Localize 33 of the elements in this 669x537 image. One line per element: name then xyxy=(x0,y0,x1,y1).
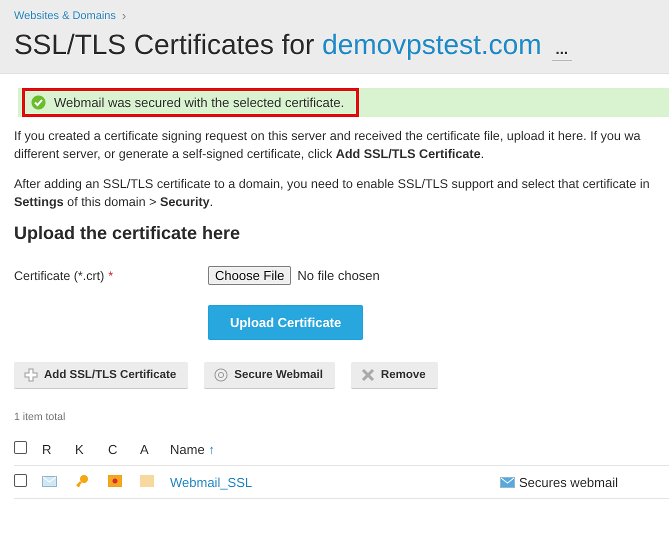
description-text: If you created a certificate signing request on this server and received the certificate file, upload it here. If you wa different server, or generate a self-signed certificate, click Add SSL/TLS Certificate. xyxy=(14,128,642,163)
description-text: After adding an SSL/TLS certificate to a domain, you need to enable SSL/TLS support and select that certificate in Settings of this domain > Security. xyxy=(14,176,651,211)
row-checkbox[interactable] xyxy=(14,474,27,487)
column-header[interactable]: R xyxy=(42,442,75,456)
folder-icon xyxy=(140,474,154,486)
required-marker: * xyxy=(108,268,114,282)
file-status: No file chosen xyxy=(297,268,380,283)
envelope-icon xyxy=(42,476,57,486)
message-text: Webmail was secured with the selected certificate. xyxy=(54,95,344,110)
column-header[interactable]: A xyxy=(140,442,170,456)
section-heading: Upload the certificate here xyxy=(14,223,242,244)
breadcrumb-separator: › xyxy=(122,8,126,23)
select-all-checkbox[interactable] xyxy=(14,441,27,454)
more-button[interactable]: ... xyxy=(552,41,572,61)
cross-icon xyxy=(360,368,375,382)
column-header[interactable]: C xyxy=(108,442,140,456)
choose-file-button[interactable]: Choose File xyxy=(208,266,292,285)
column-header[interactable]: K xyxy=(75,442,108,456)
item-count: 1 item total xyxy=(14,411,66,423)
toolbar-button[interactable]: Secure Webmail xyxy=(204,362,335,389)
key-icon xyxy=(75,474,89,488)
certificate-name-link[interactable]: Webmail_SSL xyxy=(170,474,500,490)
certificate-icon xyxy=(108,474,122,486)
toolbar-button[interactable]: Add SSL/TLS Certificate xyxy=(14,362,188,389)
plus-icon xyxy=(24,368,38,382)
envelope-icon xyxy=(500,476,515,488)
page-title: SSL/TLS Certificates for demovpstest.com xyxy=(14,29,542,61)
globe-icon xyxy=(214,368,228,382)
check-icon xyxy=(31,95,46,110)
toolbar-button[interactable]: Remove xyxy=(350,362,438,389)
column-header[interactable]: Name ↑ xyxy=(170,442,500,456)
field-label: Certificate (*.crt) xyxy=(14,268,104,282)
usage-text: Secures webmail xyxy=(519,474,618,490)
